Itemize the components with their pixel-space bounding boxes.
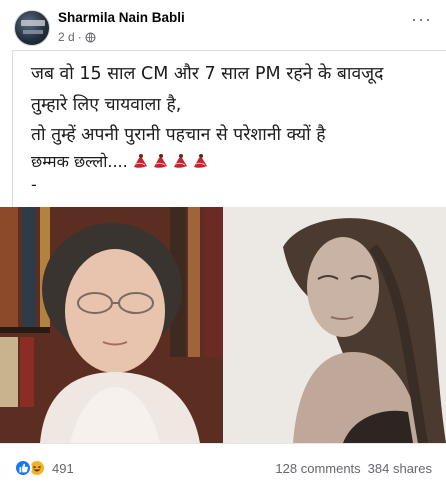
text-line-4-label: छम्मक छल्लो....: [31, 152, 128, 171]
more-options-icon[interactable]: ···: [411, 10, 432, 28]
photo-left[interactable]: [0, 207, 223, 443]
post-photos[interactable]: [0, 207, 446, 443]
dancer-emoji-icon: [193, 154, 207, 168]
older-woman-portrait-icon: [0, 207, 223, 443]
shares-count[interactable]: 384 shares: [368, 461, 432, 476]
engagement-stats: 128 comments 384 shares: [275, 461, 432, 476]
comments-count[interactable]: 128 comments: [275, 461, 360, 476]
reaction-summary[interactable]: 491: [14, 459, 74, 477]
reactions-count: 491: [52, 460, 74, 476]
dancer-emoji-icon: [173, 154, 187, 168]
text-line-1: जब वो 15 साल CM और 7 साल PM रहने के बावज…: [31, 64, 384, 84]
globe-icon: [85, 31, 96, 43]
post-footer: 491 128 comments 384 shares: [0, 443, 446, 489]
dancer-emoji-icon: [133, 154, 147, 168]
like-icon: [14, 459, 32, 477]
text-line-5: -: [31, 175, 37, 194]
author-name[interactable]: Sharmila Nain Babli: [58, 10, 185, 25]
young-woman-photo-icon: [223, 207, 446, 443]
dancer-emoji-icon: [153, 154, 167, 168]
post-header: Sharmila Nain Babli 2 d · ···: [0, 0, 446, 50]
avatar[interactable]: [14, 10, 50, 46]
text-line-3: तो तुम्हें अपनी पुरानी पहचान से परेशानी …: [31, 125, 326, 145]
post-time[interactable]: 2 d: [58, 30, 75, 44]
post-meta: 2 d ·: [58, 30, 96, 44]
photo-right[interactable]: [223, 207, 446, 443]
text-line-2: तुम्हारे लिए चायवाला है,: [31, 95, 182, 115]
meta-separator: ·: [77, 30, 82, 44]
post-text-image: जब वो 15 साल CM और 7 साल PM रहने के बावज…: [12, 50, 446, 207]
text-line-4: छम्मक छल्लो....: [31, 150, 208, 172]
dancer-emoji-group: [128, 152, 208, 171]
